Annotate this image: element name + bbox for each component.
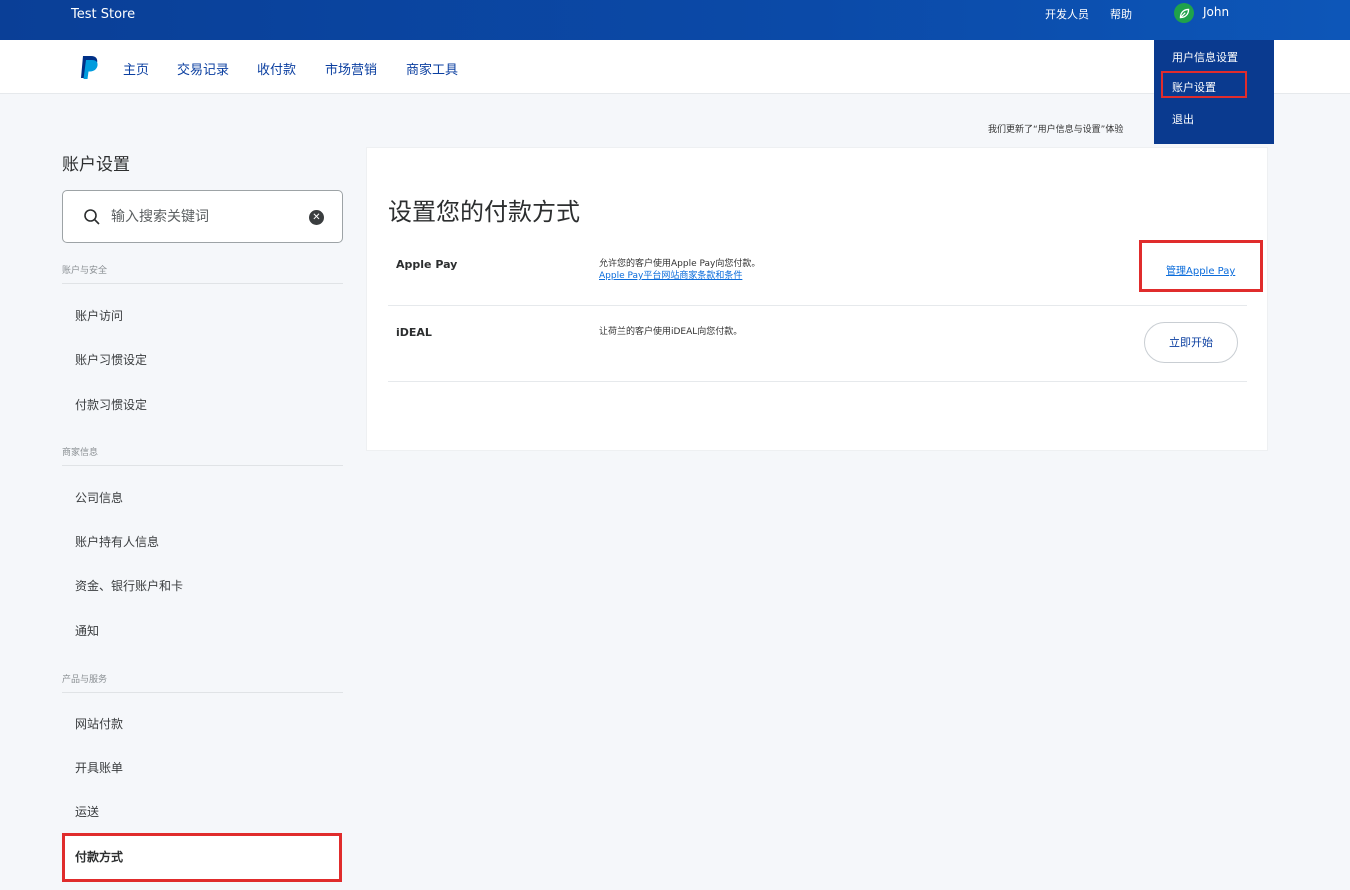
update-banner: 我们更新了“用户信息与设置”体验 — [988, 125, 1124, 135]
menu-item-logout[interactable]: 退出 — [1172, 111, 1194, 127]
description-text: 让荷兰的客户使用iDEAL向您付款。 — [599, 327, 743, 337]
description-text: 允许您的客户使用Apple Pay向您付款。 — [599, 259, 761, 269]
main-nav: 主页 交易记录 收付款 市场营销 商家工具 — [0, 40, 1350, 94]
clear-icon[interactable]: ✕ — [309, 210, 324, 225]
developer-link[interactable]: 开发人员 — [1045, 6, 1089, 22]
sidebar-item-invoicing[interactable]: 开具账单 — [75, 759, 123, 776]
menu-item-account-settings[interactable]: 账户设置 — [1172, 79, 1216, 95]
apple-pay-terms-link[interactable]: Apple Pay平台网站商家条款和条件 — [599, 270, 760, 282]
section-header-business-info: 商家信息 — [62, 445, 343, 466]
search-input[interactable] — [111, 205, 301, 229]
nav-home[interactable]: 主页 — [123, 59, 149, 78]
sidebar-item-notifications[interactable]: 通知 — [75, 622, 99, 639]
manage-apple-pay-link[interactable]: 管理Apple Pay — [1166, 262, 1235, 277]
sidebar-item-shipping[interactable]: 运送 — [75, 803, 99, 820]
nav-transactions[interactable]: 交易记录 — [177, 59, 229, 78]
help-link[interactable]: 帮助 — [1110, 6, 1132, 22]
sidebar-item-funds-banks-cards[interactable]: 资金、银行账户和卡 — [75, 577, 183, 594]
start-ideal-button[interactable]: 立即开始 — [1144, 322, 1238, 363]
store-name[interactable]: Test Store — [71, 7, 135, 22]
section-header-products-services: 产品与服务 — [62, 672, 343, 693]
user-name: John — [1203, 5, 1230, 19]
method-name: iDEAL — [396, 326, 432, 339]
sidebar-item-payment-preferences[interactable]: 付款习惯设定 — [75, 396, 147, 413]
payment-methods-card: 设置您的付款方式 Apple Pay 允许您的客户使用Apple Pay向您付款… — [366, 147, 1268, 451]
nav-payments[interactable]: 收付款 — [257, 59, 296, 78]
method-description: 允许您的客户使用Apple Pay向您付款。 Apple Pay平台网站商家条款… — [599, 258, 760, 282]
payment-method-row-ideal: iDEAL 让荷兰的客户使用iDEAL向您付款。 立即开始 — [388, 306, 1247, 382]
sidebar-item-payment-methods[interactable]: 付款方式 — [75, 848, 123, 865]
search-icon — [84, 209, 100, 225]
sidebar-item-website-payments[interactable]: 网站付款 — [75, 715, 123, 732]
sidebar-item-account-holder-info[interactable]: 账户持有人信息 — [75, 533, 159, 550]
sidebar-title: 账户设置 — [62, 155, 130, 175]
sidebar-item-account-preferences[interactable]: 账户习惯设定 — [75, 351, 147, 368]
search-box: ✕ — [62, 190, 343, 243]
payment-method-row-apple-pay: Apple Pay 允许您的客户使用Apple Pay向您付款。 Apple P… — [388, 238, 1263, 306]
user-menu-toggle[interactable]: John — [1154, 0, 1274, 40]
nav-marketing[interactable]: 市场营销 — [325, 59, 377, 78]
avatar — [1174, 3, 1194, 23]
method-description: 让荷兰的客户使用iDEAL向您付款。 — [599, 326, 742, 338]
method-name: Apple Pay — [396, 258, 458, 271]
sidebar-item-company-info[interactable]: 公司信息 — [75, 489, 123, 506]
page-title: 设置您的付款方式 — [388, 198, 580, 226]
menu-item-profile-settings[interactable]: 用户信息设置 — [1172, 49, 1238, 65]
sidebar-item-account-access[interactable]: 账户访问 — [75, 307, 123, 324]
paypal-logo-icon[interactable] — [78, 54, 100, 80]
nav-merchant-tools[interactable]: 商家工具 — [406, 59, 458, 78]
top-bar: Test Store 开发人员 帮助 John — [0, 0, 1350, 40]
user-dropdown-menu: 用户信息设置 账户设置 退出 — [1154, 40, 1274, 144]
section-header-account-security: 账户与安全 — [62, 263, 343, 284]
leaf-icon — [1179, 8, 1189, 18]
